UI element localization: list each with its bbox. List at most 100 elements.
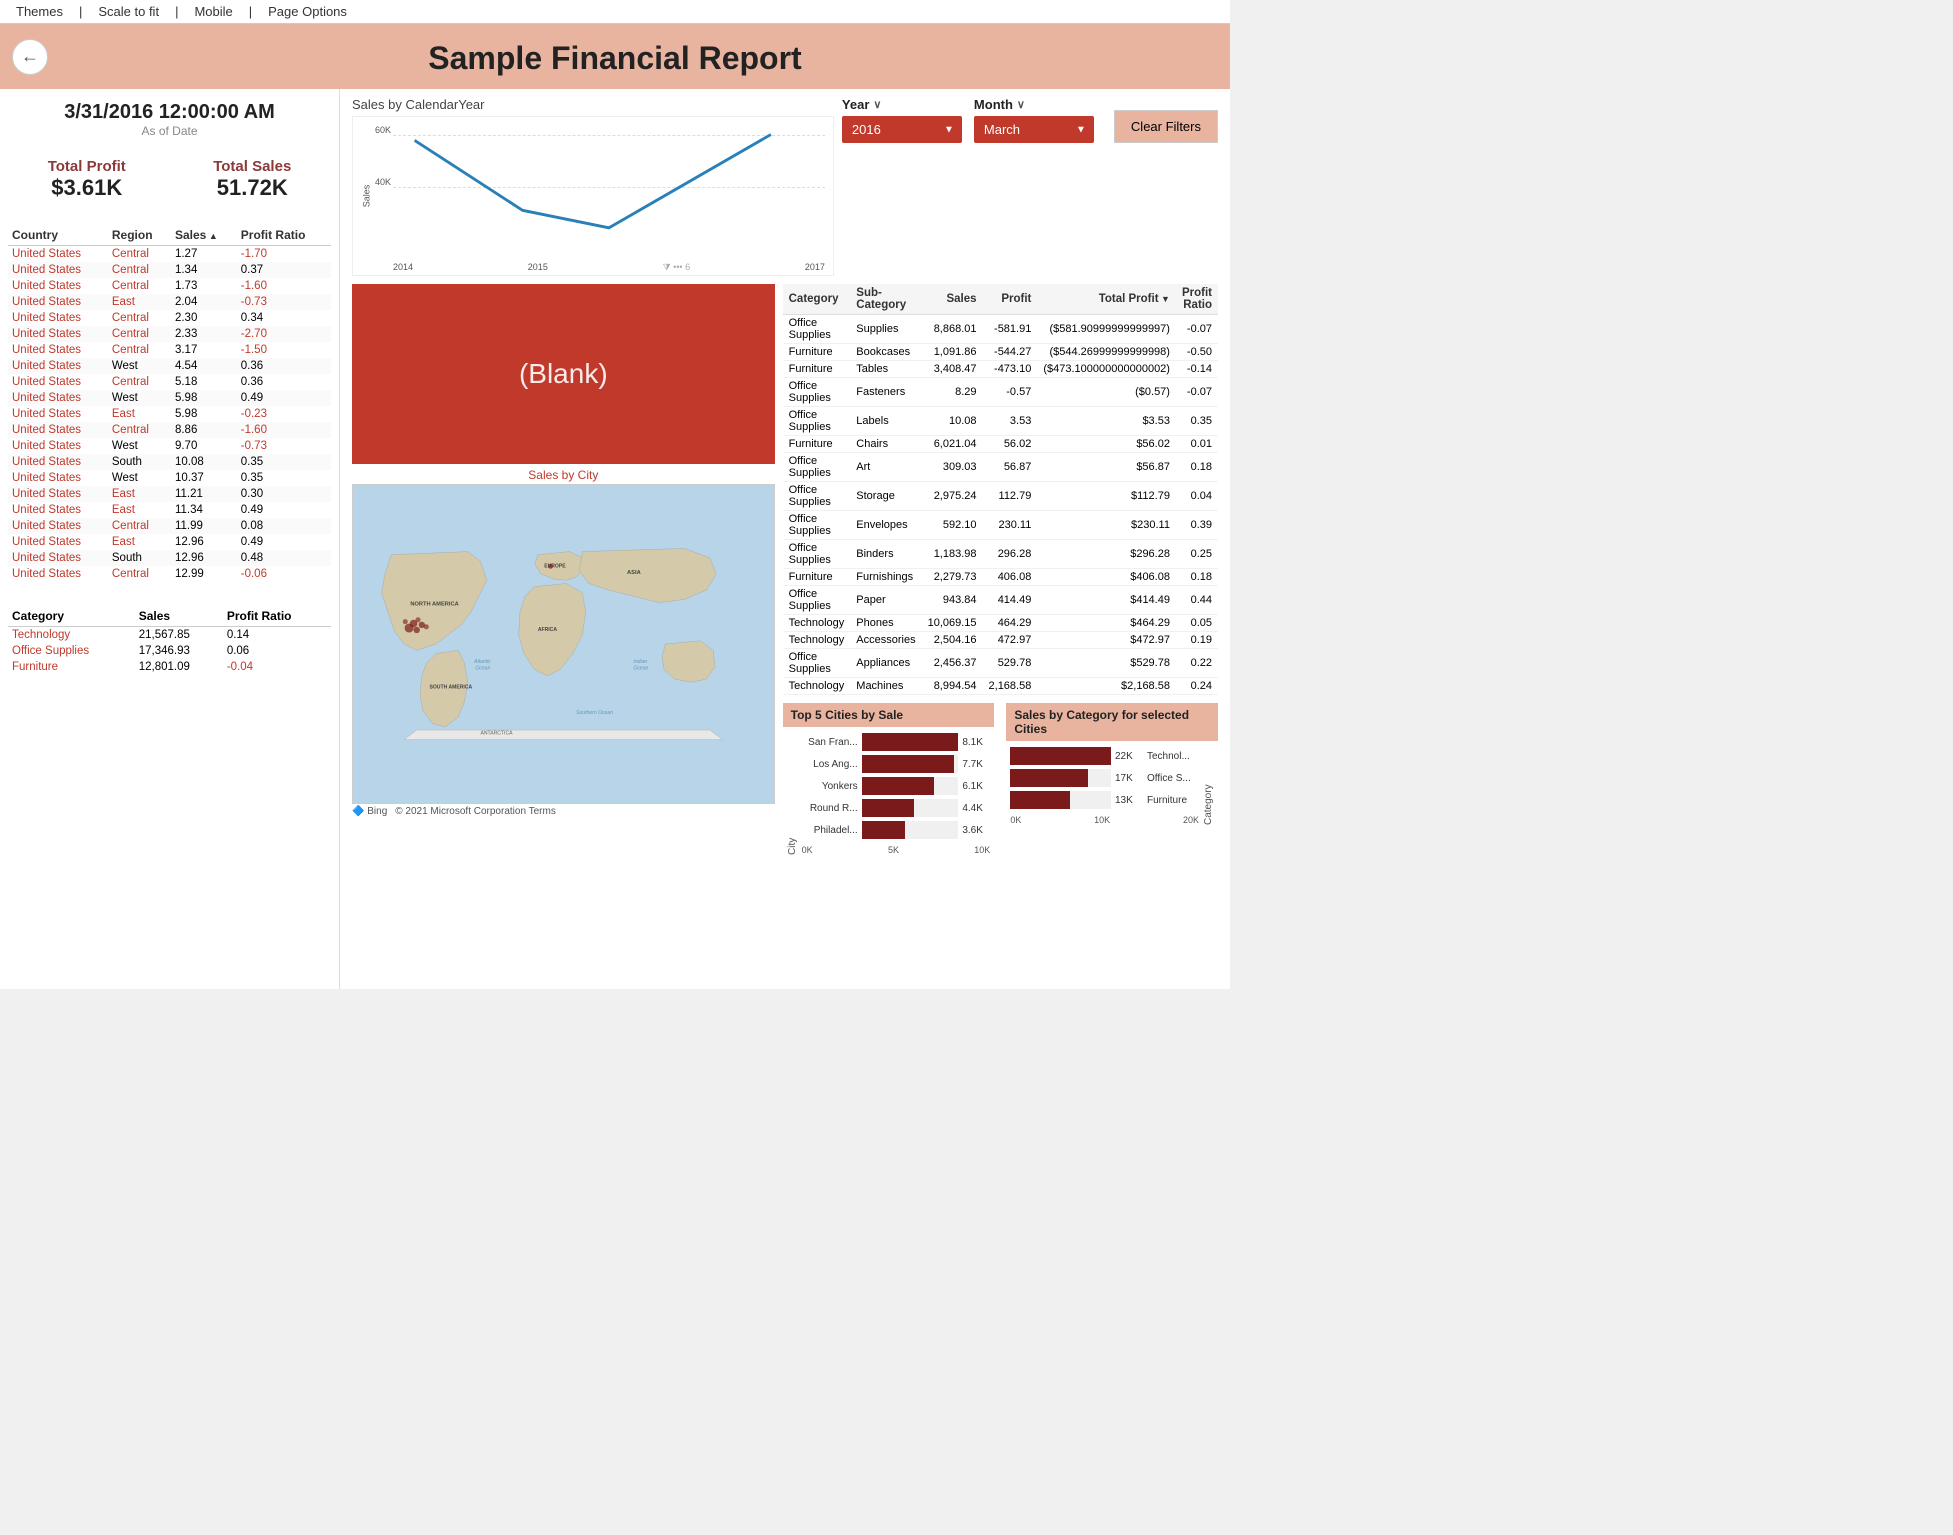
col-category[interactable]: Category (8, 606, 135, 627)
country-table: Country Region Sales Profit Ratio United… (8, 225, 331, 582)
bar-track (862, 777, 959, 795)
table-cell: -1.70 (237, 246, 331, 263)
table-cell: 8,868.01 (922, 315, 983, 344)
svg-text:Ocean: Ocean (475, 665, 490, 671)
col-cat-profit-ratio[interactable]: Profit Ratio (223, 606, 331, 627)
table-cell: United States (8, 246, 108, 263)
y-tick-40k: 40K (375, 177, 391, 187)
pt-col-profit[interactable]: Profit (983, 284, 1038, 315)
bar-row: Yonkers 6.1K (802, 777, 991, 795)
pt-col-profit-ratio[interactable]: Profit Ratio (1176, 284, 1218, 315)
report-container: ← Sample Financial Report 3/31/2016 12:0… (0, 24, 1230, 989)
pt-col-sales[interactable]: Sales (922, 284, 983, 315)
bar-row: 17K Office S... (1010, 769, 1199, 787)
line-chart-title: Sales by CalendarYear (352, 97, 834, 112)
kpi-profit-value: $3.61K (12, 175, 162, 201)
back-button[interactable]: ← (12, 39, 48, 75)
toolbar-page-options[interactable]: Page Options (268, 4, 347, 19)
table-cell: Office Supplies (783, 482, 851, 511)
month-select[interactable]: March (974, 116, 1094, 143)
date-value: 3/31/2016 12:00:00 AM (8, 101, 331, 124)
right-panel: Sales by CalendarYear Sales 60K 40K (340, 89, 1230, 989)
table-cell: 1.34 (171, 262, 237, 278)
table-cell: Office Supplies (783, 540, 851, 569)
year-select[interactable]: 2016 (842, 116, 962, 143)
table-cell: Accessories (850, 632, 921, 649)
cat-bars: 22K Technol... 17K Office S... 13K Furni… (1010, 747, 1199, 825)
table-cell: 2.33 (171, 326, 237, 342)
year-filter-group: Year ∨ 2016 (842, 97, 962, 143)
bar-track (1010, 791, 1111, 809)
table-cell: 0.25 (1176, 540, 1218, 569)
table-cell: Furnishings (850, 569, 921, 586)
bar-row: Los Ang... 7.7K (802, 755, 991, 773)
table-cell: 0.19 (1176, 632, 1218, 649)
table-cell: 1.27 (171, 246, 237, 263)
bar-track (862, 755, 959, 773)
right-col: Category Sub-Category Sales Profit Total… (783, 284, 1218, 861)
pt-col-subcategory[interactable]: Sub-Category (850, 284, 921, 315)
table-cell: Storage (850, 482, 921, 511)
toolbar-mobile[interactable]: Mobile (194, 4, 232, 19)
year-select-wrapper[interactable]: 2016 (842, 116, 962, 143)
left-panel: 3/31/2016 12:00:00 AM As of Date Total P… (0, 89, 340, 989)
table-cell: Technology (783, 615, 851, 632)
toolbar-themes[interactable]: Themes (16, 4, 63, 19)
pt-col-category[interactable]: Category (783, 284, 851, 315)
x-axis-tick: 0K (802, 845, 813, 855)
x-axis-tick: 10K (1094, 815, 1110, 825)
x-filter-icon[interactable]: ⧩ ••• 6 (663, 262, 691, 273)
table-cell: United States (8, 262, 108, 278)
country-table-scroll[interactable]: Country Region Sales Profit Ratio United… (8, 225, 331, 598)
x-label-2014: 2014 (393, 262, 413, 273)
table-cell: 0.39 (1176, 511, 1218, 540)
blank-section: (Blank) (352, 284, 775, 464)
table-cell: United States (8, 502, 108, 518)
table-cell: 8.29 (922, 378, 983, 407)
table-cell: 2,975.24 (922, 482, 983, 511)
table-cell: Envelopes (850, 511, 921, 540)
table-cell: East (108, 534, 171, 550)
table-cell: 0.14 (223, 627, 331, 644)
table-cell: $464.29 (1037, 615, 1176, 632)
table-cell: 472.97 (983, 632, 1038, 649)
table-cell: Office Supplies (783, 586, 851, 615)
table-cell: 8.86 (171, 422, 237, 438)
table-cell: 414.49 (983, 586, 1038, 615)
bar-track (862, 821, 959, 839)
line-chart-svg (393, 117, 825, 257)
table-cell: East (108, 294, 171, 310)
col-profit-ratio[interactable]: Profit Ratio (237, 225, 331, 246)
svg-text:EUROPE: EUROPE (544, 564, 566, 570)
table-cell: West (108, 438, 171, 454)
toolbar-scale-to-fit[interactable]: Scale to fit (98, 4, 159, 19)
table-cell: ($473.100000000000002) (1037, 361, 1176, 378)
month-select-wrapper[interactable]: March (974, 116, 1094, 143)
table-cell: 0.35 (1176, 407, 1218, 436)
x-axis-tick: 20K (1183, 815, 1199, 825)
col-country[interactable]: Country (8, 225, 108, 246)
category-table: Category Sales Profit Ratio Technology21… (8, 606, 331, 675)
table-cell: United States (8, 326, 108, 342)
table-cell: -0.14 (1176, 361, 1218, 378)
toolbar: Themes | Scale to fit | Mobile | Page Op… (0, 0, 1230, 24)
table-cell: -0.07 (1176, 378, 1218, 407)
table-cell: United States (8, 374, 108, 390)
col-sales[interactable]: Sales (171, 225, 237, 246)
kpi-row: Total Profit $3.61K Total Sales 51.72K (8, 150, 331, 209)
table-cell: 1.73 (171, 278, 237, 294)
pt-col-total-profit[interactable]: Total Profit (1037, 284, 1176, 315)
table-cell: Central (108, 278, 171, 294)
table-cell: 1,091.86 (922, 344, 983, 361)
clear-filters-button[interactable]: Clear Filters (1114, 110, 1218, 143)
table-cell: 3.17 (171, 342, 237, 358)
table-cell: -544.27 (983, 344, 1038, 361)
table-cell: United States (8, 390, 108, 406)
table-cell: Central (108, 262, 171, 278)
map-column: (Blank) Sales by City (352, 284, 775, 861)
table-cell: United States (8, 518, 108, 534)
col-region[interactable]: Region (108, 225, 171, 246)
table-cell: -1.50 (237, 342, 331, 358)
col-cat-sales[interactable]: Sales (135, 606, 223, 627)
table-cell: Paper (850, 586, 921, 615)
